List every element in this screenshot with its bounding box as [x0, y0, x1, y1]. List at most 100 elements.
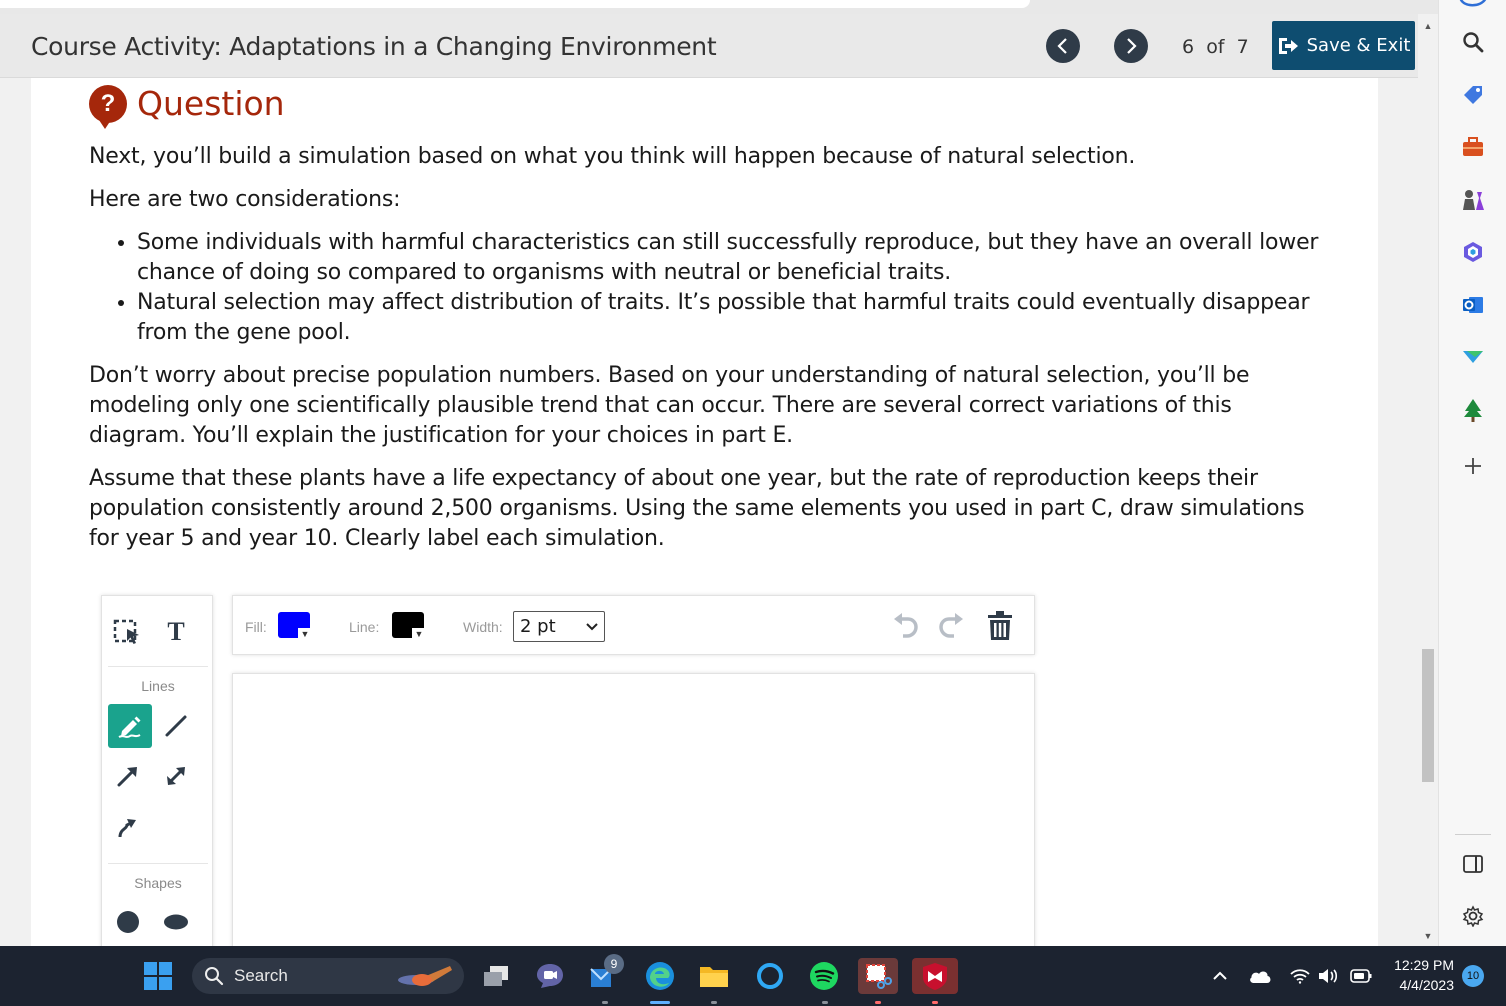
cortana-button[interactable] [752, 958, 788, 994]
divider [108, 863, 208, 864]
scroll-up-icon[interactable]: ▲ [1422, 20, 1434, 32]
folder-icon [700, 967, 728, 987]
curved-arrow-icon [118, 819, 136, 838]
freehand-tool[interactable] [108, 704, 152, 748]
lines-section-label: Lines [141, 678, 175, 694]
line-width-select[interactable]: 2 pt [513, 611, 605, 642]
line-width-value: 2 pt [520, 616, 556, 637]
microsoft-365-icon[interactable] [1459, 238, 1487, 266]
taskbar-search[interactable]: Search [192, 958, 464, 994]
settings-gear-icon[interactable] [1459, 902, 1487, 930]
circle-tool[interactable] [106, 900, 150, 944]
question-label: Question [137, 84, 285, 123]
fill-label: Fill: [245, 619, 267, 635]
text-tool[interactable]: T [154, 610, 198, 654]
onedrive-button[interactable] [1246, 958, 1274, 994]
list-item: Some individuals with harmful characteri… [137, 228, 1329, 288]
show-hidden-icons-button[interactable] [1208, 958, 1232, 994]
scroll-thumb[interactable] [1422, 649, 1434, 782]
drawing-canvas[interactable] [232, 673, 1035, 963]
trash-icon [988, 611, 1012, 640]
dropdown-triangle-icon: ▼ [298, 628, 312, 640]
snipping-tool-button[interactable] [858, 958, 898, 994]
question-mark-icon: ? [89, 84, 127, 129]
mcafee-button[interactable] [912, 958, 958, 994]
tools-briefcase-icon[interactable] [1459, 133, 1487, 161]
page-scrollbar[interactable]: ▲ ▼ [1418, 14, 1438, 946]
cortana-ring-icon [757, 963, 783, 989]
line-color-picker[interactable]: ▼ [392, 612, 426, 640]
mail-badge: 9 [604, 954, 624, 974]
battery-button[interactable] [1348, 958, 1374, 994]
spotify-button[interactable] [806, 958, 842, 994]
edge-browser-button[interactable] [640, 958, 680, 994]
page-current: 6 [1182, 36, 1195, 58]
search-icon[interactable] [1459, 28, 1487, 56]
ellipse-icon [164, 914, 188, 930]
copilot-icon[interactable] [1459, 0, 1487, 18]
mcafee-shield-icon [923, 963, 947, 990]
list-item: Natural selection may affect distributio… [137, 288, 1329, 348]
app-running-indicator [932, 1001, 938, 1004]
edge-icon [646, 962, 674, 990]
double-arrow-tool[interactable] [154, 754, 198, 798]
wifi-button[interactable] [1288, 958, 1312, 994]
considerations-list: Some individuals with harmful characteri… [137, 228, 1329, 348]
tree-icon[interactable] [1459, 396, 1487, 424]
previous-page-button[interactable] [1046, 29, 1080, 63]
save-exit-button[interactable]: Save & Exit [1272, 21, 1415, 70]
delete-button[interactable] [984, 610, 1016, 642]
drawing-properties-bar: Fill: ▼ Line: ▼ Width: 2 pt [232, 595, 1035, 655]
curved-arrow-tool[interactable] [106, 806, 150, 850]
redo-button[interactable] [936, 610, 968, 642]
chevron-left-icon [1057, 38, 1067, 54]
spotify-icon [810, 962, 838, 990]
windows-taskbar: Search 9 12:29 PM 4/4/2023 10 [0, 946, 1506, 1006]
arrow-tool[interactable] [106, 754, 150, 798]
start-button[interactable] [140, 958, 176, 994]
paintbrush-highlight-icon [398, 966, 452, 986]
page-of: of [1206, 36, 1225, 58]
drawing-toolbox: T Lines Shapes [101, 595, 213, 955]
notification-badge[interactable]: 10 [1462, 965, 1484, 987]
line-tool[interactable] [154, 704, 198, 748]
app-running-indicator [875, 1001, 881, 1004]
mail-button[interactable]: 9 [586, 954, 626, 994]
circle-icon [117, 911, 139, 933]
send-drop-icon[interactable] [1459, 343, 1487, 371]
outlook-icon[interactable] [1459, 291, 1487, 319]
question-heading: ? Question [89, 84, 285, 129]
page-counter: 6 of 7 [1182, 36, 1249, 58]
exit-icon [1278, 37, 1298, 54]
activity-title: Course Activity: Adaptations in a Changi… [31, 32, 717, 61]
add-icon[interactable] [1459, 452, 1487, 480]
page-total: 7 [1236, 36, 1249, 58]
teams-chat-button[interactable] [532, 958, 568, 994]
question-card: ? Question Next, you’ll build a simulati… [31, 78, 1378, 963]
games-chess-icon[interactable] [1459, 186, 1487, 214]
sidebar-toggle-icon[interactable] [1459, 850, 1487, 878]
next-page-button[interactable] [1114, 29, 1148, 63]
activity-header: Course Activity: Adaptations in a Changi… [0, 14, 1418, 78]
pencil-icon [118, 716, 141, 738]
divider [108, 666, 208, 667]
scroll-down-icon[interactable]: ▼ [1422, 930, 1434, 942]
clock-time[interactable]: 12:29 PM [1378, 957, 1454, 973]
ellipse-tool[interactable] [154, 900, 198, 944]
chevron-right-icon [1127, 38, 1137, 54]
assumption-paragraph: Assume that these plants have a life exp… [89, 466, 1305, 551]
shopping-tag-icon[interactable] [1459, 81, 1487, 109]
search-icon [205, 967, 224, 986]
fill-color-picker[interactable]: ▼ [278, 612, 312, 640]
select-tool[interactable] [106, 610, 150, 654]
battery-icon [1350, 969, 1372, 983]
intro-paragraph: Next, you’ll build a simulation based on… [89, 144, 1136, 169]
straight-line-icon [165, 715, 187, 737]
undo-button[interactable] [889, 610, 921, 642]
task-view-button[interactable] [478, 958, 514, 994]
windows-logo-icon [144, 962, 172, 990]
file-explorer-button[interactable] [696, 958, 732, 994]
volume-button[interactable] [1316, 958, 1340, 994]
clock-date[interactable]: 4/4/2023 [1378, 977, 1455, 993]
address-bar-edge [0, 0, 1030, 8]
